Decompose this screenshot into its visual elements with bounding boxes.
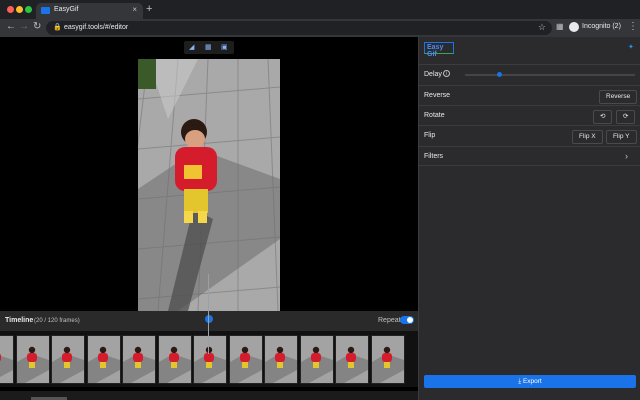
incognito-icon[interactable] xyxy=(569,22,579,32)
frame-thumbnail[interactable] xyxy=(193,335,227,384)
timeline-frame-count: (20 / 120 frames) xyxy=(34,317,80,324)
rotate-label: Rotate xyxy=(424,112,445,119)
frame-thumbnail[interactable] xyxy=(157,335,192,384)
timeline-playhead[interactable] xyxy=(208,274,209,354)
flip-x-button[interactable]: Flip X xyxy=(572,130,603,144)
flip-y-button[interactable]: Flip Y xyxy=(606,130,637,144)
chevron-right-icon[interactable]: › xyxy=(625,151,628,161)
rotate-right-icon[interactable]: ⟳ xyxy=(616,110,636,124)
frame-thumbnail[interactable] xyxy=(0,335,14,384)
browser-toolbar: ← → ↻ 🔒 easygif.tools/#/editor ☆ ▦ Incog… xyxy=(0,19,640,37)
timeline-title: Timeline xyxy=(5,317,34,324)
rotate-left-icon[interactable]: ⟲ xyxy=(593,110,613,124)
frame-thumbnail[interactable] xyxy=(264,335,298,384)
frame-thumbnail[interactable] xyxy=(122,335,156,384)
minimize-window-icon[interactable] xyxy=(16,6,23,13)
address-bar[interactable]: 🔒 easygif.tools/#/editor ☆ xyxy=(46,21,552,35)
editor-canvas: ◢ ▦ ▣ Timeline (20 / 120 frames) Repeat xyxy=(0,37,418,400)
reload-icon[interactable]: ↻ xyxy=(33,21,41,32)
timeline-scrollbar[interactable] xyxy=(0,391,418,400)
reverse-label: Reverse xyxy=(424,92,451,99)
fit-icon[interactable]: ▦ xyxy=(205,43,212,51)
browser-tab[interactable]: EasyGif × xyxy=(36,3,143,19)
frame-thumbnail[interactable] xyxy=(51,335,85,384)
twitter-icon[interactable]: ✦ xyxy=(628,43,634,51)
kebab-menu-icon[interactable]: ⋮ xyxy=(628,21,638,32)
flip-row: Flip Flip X Flip Y xyxy=(419,125,640,145)
export-button[interactable]: ⤓ Export xyxy=(424,375,636,388)
timeline-header: Timeline (20 / 120 frames) Repeat xyxy=(0,311,418,331)
lock-icon[interactable]: 🔒 xyxy=(53,23,62,31)
frame-thumbnail[interactable] xyxy=(15,335,50,384)
repeat-toggle[interactable] xyxy=(400,316,414,324)
gif-preview xyxy=(138,59,280,311)
tab-close-icon[interactable]: × xyxy=(132,5,137,14)
view-toolbar: ◢ ▦ ▣ xyxy=(184,41,234,54)
easygif-logo[interactable]: Easy Gif xyxy=(424,42,454,58)
browser-tab-strip: EasyGif × + xyxy=(0,0,640,19)
delay-label: Delay xyxy=(424,71,442,78)
filters-label: Filters xyxy=(424,153,444,160)
star-icon[interactable]: ☆ xyxy=(538,22,546,33)
puzzle-icon[interactable]: ▦ xyxy=(556,22,564,31)
rotate-row: Rotate ⟲ ⟳ xyxy=(419,105,640,125)
repeat-label: Repeat xyxy=(378,317,401,324)
delay-slider[interactable] xyxy=(465,72,635,77)
filters-row[interactable]: Filters › xyxy=(419,146,640,166)
settings-panel: Easy Gif ✦ Delay i Reverse Reverse Rotat… xyxy=(418,37,640,400)
delay-row: Delay i xyxy=(419,64,640,84)
download-icon: ⤓ xyxy=(518,378,522,385)
frame-thumbnail[interactable] xyxy=(86,335,121,384)
new-tab-icon[interactable]: + xyxy=(146,3,152,15)
maximize-window-icon[interactable] xyxy=(25,6,32,13)
arrow-left-icon[interactable]: ← xyxy=(6,21,16,32)
reverse-button[interactable]: Reverse xyxy=(599,90,638,104)
frame-thumbnail[interactable] xyxy=(335,335,369,384)
fullscreen-icon[interactable]: ▣ xyxy=(221,43,228,51)
profile-label[interactable]: Incognito (2) xyxy=(582,23,621,30)
preview-image xyxy=(138,59,280,311)
crop-icon[interactable]: ◢ xyxy=(189,43,194,51)
frame-thumbnail[interactable] xyxy=(370,335,405,384)
frame-strip[interactable] xyxy=(0,331,418,387)
frame-thumbnail[interactable] xyxy=(228,335,263,384)
info-icon[interactable]: i xyxy=(443,70,450,77)
gif-icon xyxy=(41,7,50,14)
tab-title: EasyGif xyxy=(54,6,79,13)
frame-thumbnail[interactable] xyxy=(299,335,334,384)
reverse-row: Reverse Reverse xyxy=(419,85,640,105)
close-window-icon[interactable] xyxy=(7,6,14,13)
logo-text: Easy Gif xyxy=(427,44,444,58)
arrow-right-icon[interactable]: → xyxy=(19,21,29,32)
url-text[interactable]: easygif.tools/#/editor xyxy=(64,24,128,31)
delay-slider-handle[interactable] xyxy=(496,72,502,77)
flip-label: Flip xyxy=(424,132,436,139)
play-icon[interactable] xyxy=(205,315,213,323)
export-label: Export xyxy=(522,378,542,385)
